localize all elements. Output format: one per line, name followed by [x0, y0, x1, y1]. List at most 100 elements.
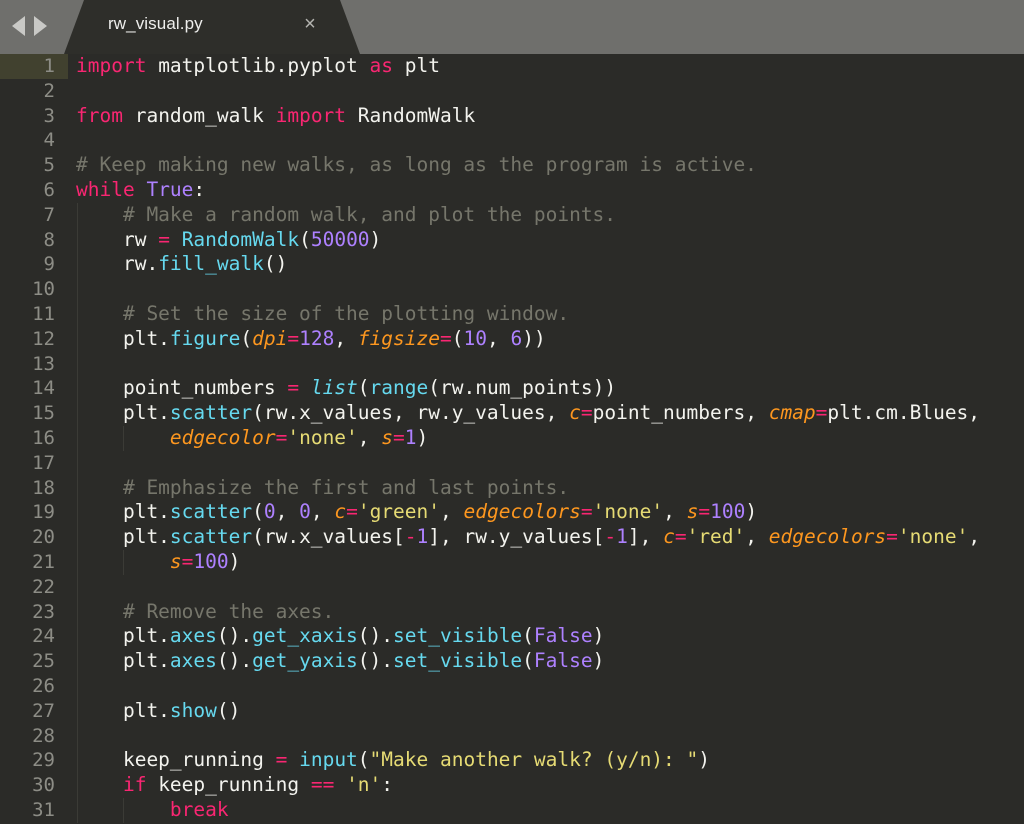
code-line-text: plt.scatter(rw.x_values, rw.y_values, c=…: [76, 401, 980, 426]
code-line[interactable]: 21 s=100): [0, 549, 1024, 575]
code-token-pl: point_numbers: [76, 376, 288, 400]
code-token-str: 'red': [686, 525, 746, 549]
code-token-pl: (: [357, 376, 370, 400]
code-token-str: "Make another walk? (y/n): ": [369, 748, 699, 772]
code-line[interactable]: 16 edgecolor='none', s=1): [0, 425, 1024, 451]
code-token-op: =: [698, 500, 711, 524]
line-number: 5: [43, 154, 55, 177]
code-token-pl: plt.: [76, 649, 170, 673]
line-number: 18: [32, 476, 55, 499]
code-token-parn: edgecolors: [463, 500, 581, 524]
indent-guide: [77, 450, 78, 476]
code-line[interactable]: 6 while True:: [0, 178, 1024, 203]
code-line[interactable]: 25 plt.axes().get_yaxis().set_visible(Fa…: [0, 649, 1024, 674]
code-line[interactable]: 15 plt.scatter(rw.x_values, rw.y_values,…: [0, 401, 1024, 426]
code-token-pl: :: [193, 177, 206, 201]
code-line[interactable]: 8 rw = RandomWalk(50000): [0, 227, 1024, 253]
close-icon[interactable]: ×: [298, 12, 322, 36]
code-token-num: True: [146, 177, 194, 201]
code-token-pl: ],: [627, 525, 664, 549]
code-token-pl: )): [522, 326, 546, 350]
line-number: 23: [32, 600, 55, 623]
tab-bar: rw_visual.py ×: [0, 0, 1024, 54]
code-token-pl: keep_running: [76, 748, 276, 772]
code-line[interactable]: 12 plt.figure(dpi=128, figsize=(10, 6)): [0, 326, 1024, 352]
code-line[interactable]: 2: [0, 79, 1024, 104]
code-line[interactable]: 3 from random_walk import RandomWalk: [0, 104, 1024, 129]
triangle-right-icon[interactable]: [34, 16, 47, 36]
code-token-kw: break: [169, 797, 229, 821]
code-line[interactable]: 10: [0, 277, 1024, 302]
code-line[interactable]: 22: [0, 574, 1024, 600]
code-token-pl: plt.cm.Blues,: [827, 401, 981, 425]
code-line[interactable]: 26: [0, 673, 1024, 699]
code-line[interactable]: 29 keep_running = input("Make another wa…: [0, 748, 1024, 774]
code-line[interactable]: 23 # Remove the axes.: [0, 599, 1024, 625]
code-token-pl: (: [451, 326, 464, 350]
code-line[interactable]: 7 # Make a random walk, and plot the poi…: [0, 202, 1024, 228]
code-token-fn: axes: [169, 649, 217, 673]
code-token-op: =: [815, 401, 828, 425]
code-token-pl: ,: [745, 525, 769, 549]
indent-guide: [77, 723, 78, 749]
code-token-kw: if: [122, 773, 147, 797]
code-line[interactable]: 4: [0, 128, 1024, 153]
code-line[interactable]: 17: [0, 450, 1024, 476]
line-number: 12: [32, 327, 55, 350]
code-token-parn: edgecolor: [169, 425, 276, 449]
code-token-num: 100: [710, 500, 746, 524]
code-token-op: ==: [310, 773, 335, 797]
code-line[interactable]: 18 # Emphasize the first and last points…: [0, 475, 1024, 501]
code-line[interactable]: 28: [0, 723, 1024, 749]
code-token-pl: (: [522, 624, 534, 648]
code-token-num: 0: [263, 500, 276, 524]
code-token-pl: (: [240, 326, 253, 350]
indent-guide: [77, 574, 78, 600]
line-number: 7: [43, 203, 55, 226]
line-number: 26: [32, 674, 55, 697]
code-line[interactable]: 24 plt.axes().get_xaxis().set_visible(Fa…: [0, 624, 1024, 650]
code-line[interactable]: 20 plt.scatter(rw.x_values[-1], rw.y_val…: [0, 525, 1024, 550]
code-line[interactable]: 30 if keep_running == 'n':: [0, 773, 1024, 798]
code-token-str: 'green': [357, 500, 441, 524]
code-token-num: False: [533, 649, 593, 673]
code-line[interactable]: 11 # Set the size of the plotting window…: [0, 301, 1024, 327]
code-editor-area[interactable]: 1 import matplotlib.pyplot as plt 2 3 from r…: [0, 54, 1024, 824]
code-line[interactable]: 1 import matplotlib.pyplot as plt: [0, 54, 1024, 79]
code-token-pl: plt.: [76, 698, 170, 722]
code-token-str: 'none': [592, 500, 664, 524]
code-line[interactable]: 19 plt.scatter(0, 0, c='green', edgecolo…: [0, 500, 1024, 526]
code-token-fn: set_visible: [393, 649, 523, 673]
code-token-op: =: [346, 500, 358, 524]
code-token-pl: ): [592, 649, 605, 673]
code-line[interactable]: 9 rw.fill_walk(): [0, 252, 1024, 278]
code-line-text: rw.fill_walk(): [76, 252, 287, 277]
code-token-pl: plt.: [76, 500, 170, 524]
code-token-str: 'none': [287, 425, 358, 449]
editor-tab-rw-visual-py[interactable]: rw_visual.py ×: [64, 0, 360, 54]
code-line-text: from random_walk import RandomWalk: [76, 104, 475, 129]
code-token-parn: figsize: [357, 326, 441, 350]
code-line[interactable]: 13: [0, 351, 1024, 377]
code-token-str: 'none': [897, 525, 969, 549]
code-line-text: while True:: [76, 178, 205, 203]
code-token-pl: rw: [76, 227, 159, 251]
code-token-op: -: [604, 525, 617, 549]
code-token-num: 128: [299, 326, 335, 350]
triangle-left-icon[interactable]: [12, 16, 25, 36]
code-token-fn: scatter: [169, 500, 253, 524]
code-token-kw: as: [369, 54, 393, 77]
code-token-pl: :: [381, 773, 394, 797]
code-line-text: s=100): [76, 550, 240, 575]
indent-guide: [77, 277, 78, 302]
code-token-fn: axes: [169, 624, 217, 648]
code-line[interactable]: 14 point_numbers = list(range(rw.num_poi…: [0, 376, 1024, 402]
code-line[interactable]: 31 break: [0, 797, 1024, 823]
code-token-com: # Remove the axes.: [76, 599, 335, 623]
code-line[interactable]: 5 # Keep making new walks, as long as the…: [0, 153, 1024, 178]
code-line[interactable]: 27 plt.show(): [0, 698, 1024, 724]
line-number: 13: [32, 352, 55, 375]
